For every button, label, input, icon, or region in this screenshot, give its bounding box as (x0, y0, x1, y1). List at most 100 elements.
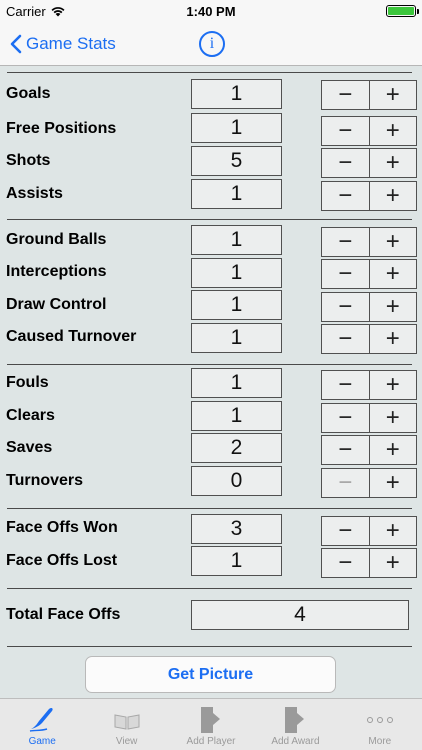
stat-stepper: − + (321, 148, 417, 178)
stat-stepper: − + (321, 80, 417, 110)
decrement-button[interactable]: − (322, 149, 370, 177)
stat-label: Free Positions (6, 120, 117, 137)
stat-stepper: − + (321, 468, 417, 498)
increment-button[interactable]: + (370, 293, 417, 321)
get-picture-button[interactable]: Get Picture (85, 656, 336, 693)
increment-button[interactable]: + (370, 117, 417, 145)
battery-icon (386, 5, 419, 17)
stat-stepper: − + (321, 516, 417, 546)
stat-stepper: − + (321, 259, 417, 289)
stat-value: 1 (191, 323, 282, 353)
separator (7, 646, 412, 647)
tab-add-player[interactable]: Add Player (169, 699, 253, 750)
back-button[interactable]: Game Stats (10, 22, 116, 66)
increment-button[interactable]: + (370, 549, 417, 577)
stat-value: 1 (191, 401, 282, 431)
separator (7, 588, 412, 589)
stat-value: 2 (191, 433, 282, 463)
stat-label: Ground Balls (6, 231, 107, 248)
decrement-button[interactable]: − (322, 404, 370, 432)
increment-button[interactable]: + (370, 469, 417, 497)
tab-add-award[interactable]: Add Award (253, 699, 337, 750)
stat-stepper: − + (321, 435, 417, 465)
document-add-icon (285, 707, 305, 733)
status-time: 1:40 PM (186, 4, 236, 19)
book-icon (114, 714, 140, 730)
decrement-button[interactable]: − (322, 371, 370, 399)
decrement-button-disabled[interactable]: − (322, 469, 370, 497)
decrement-button[interactable]: − (322, 182, 370, 210)
increment-button[interactable]: + (370, 149, 417, 177)
stat-label: Saves (6, 439, 53, 456)
total-face-offs-value: 4 (191, 600, 409, 630)
tab-label: Game (28, 736, 56, 747)
stat-label: Clears (6, 407, 55, 424)
stat-stepper: − + (321, 292, 417, 322)
separator (7, 72, 412, 73)
decrement-button[interactable]: − (322, 260, 370, 288)
total-face-offs-label: Total Face Offs (6, 606, 121, 623)
increment-button[interactable]: + (370, 228, 417, 256)
tab-label: Add Award (271, 736, 320, 747)
separator (7, 508, 412, 509)
increment-button[interactable]: + (370, 325, 417, 353)
more-dots-icon (366, 717, 393, 723)
stat-label: Face Offs Lost (6, 552, 118, 569)
decrement-button[interactable]: − (322, 325, 370, 353)
increment-button[interactable]: + (370, 404, 417, 432)
stat-value: 1 (191, 113, 282, 143)
separator (7, 219, 412, 220)
tab-label: View (115, 736, 138, 747)
stat-label: Shots (6, 152, 51, 169)
stat-stepper: − + (321, 370, 417, 400)
stat-label: Turnovers (6, 472, 84, 489)
stat-label: Goals (6, 85, 51, 102)
stat-label: Caused Turnover (6, 328, 137, 345)
decrement-button[interactable]: − (322, 517, 370, 545)
stat-stepper: − + (321, 548, 417, 578)
stat-value: 1 (191, 290, 282, 320)
stats-content: Goals 1 − + Free Positions 1 − + Shots 5… (0, 66, 422, 698)
stat-label: Fouls (6, 374, 49, 391)
stat-label: Face Offs Won (6, 519, 118, 536)
stat-stepper: − + (321, 324, 417, 354)
decrement-button[interactable]: − (322, 117, 370, 145)
increment-button[interactable]: + (370, 436, 417, 464)
increment-button[interactable]: + (370, 260, 417, 288)
stat-label: Draw Control (6, 296, 107, 313)
decrement-button[interactable]: − (322, 293, 370, 321)
increment-button[interactable]: + (370, 371, 417, 399)
document-add-icon (201, 707, 221, 733)
decrement-button[interactable]: − (322, 81, 370, 109)
tab-more[interactable]: More (338, 699, 422, 750)
tab-label: More (368, 736, 392, 747)
stat-label: Interceptions (6, 263, 107, 280)
stat-value: 1 (191, 179, 282, 209)
decrement-button[interactable]: − (322, 549, 370, 577)
stat-value: 1 (191, 258, 282, 288)
increment-button[interactable]: + (370, 81, 417, 109)
navigation-bar: Game Stats i (0, 22, 422, 66)
stat-stepper: − + (321, 181, 417, 211)
separator (7, 364, 412, 365)
chevron-left-icon (10, 34, 22, 54)
tab-view[interactable]: View (84, 699, 168, 750)
increment-button[interactable]: + (370, 517, 417, 545)
info-button[interactable]: i (199, 31, 225, 57)
decrement-button[interactable]: − (322, 228, 370, 256)
stat-stepper: − + (321, 116, 417, 146)
status-bar: Carrier 1:40 PM (0, 0, 422, 22)
stat-value: 0 (191, 466, 282, 496)
stat-value: 3 (191, 514, 282, 544)
stat-stepper: − + (321, 403, 417, 433)
stat-stepper: − + (321, 227, 417, 257)
tab-game[interactable]: Game (0, 699, 84, 750)
decrement-button[interactable]: − (322, 436, 370, 464)
increment-button[interactable]: + (370, 182, 417, 210)
back-button-label: Game Stats (26, 34, 116, 53)
stat-value: 1 (191, 368, 282, 398)
stat-value: 1 (191, 225, 282, 255)
stat-value: 1 (191, 546, 282, 576)
tab-bar: Game View Add Player Add Award More (0, 698, 422, 750)
stat-label: Assists (6, 185, 63, 202)
